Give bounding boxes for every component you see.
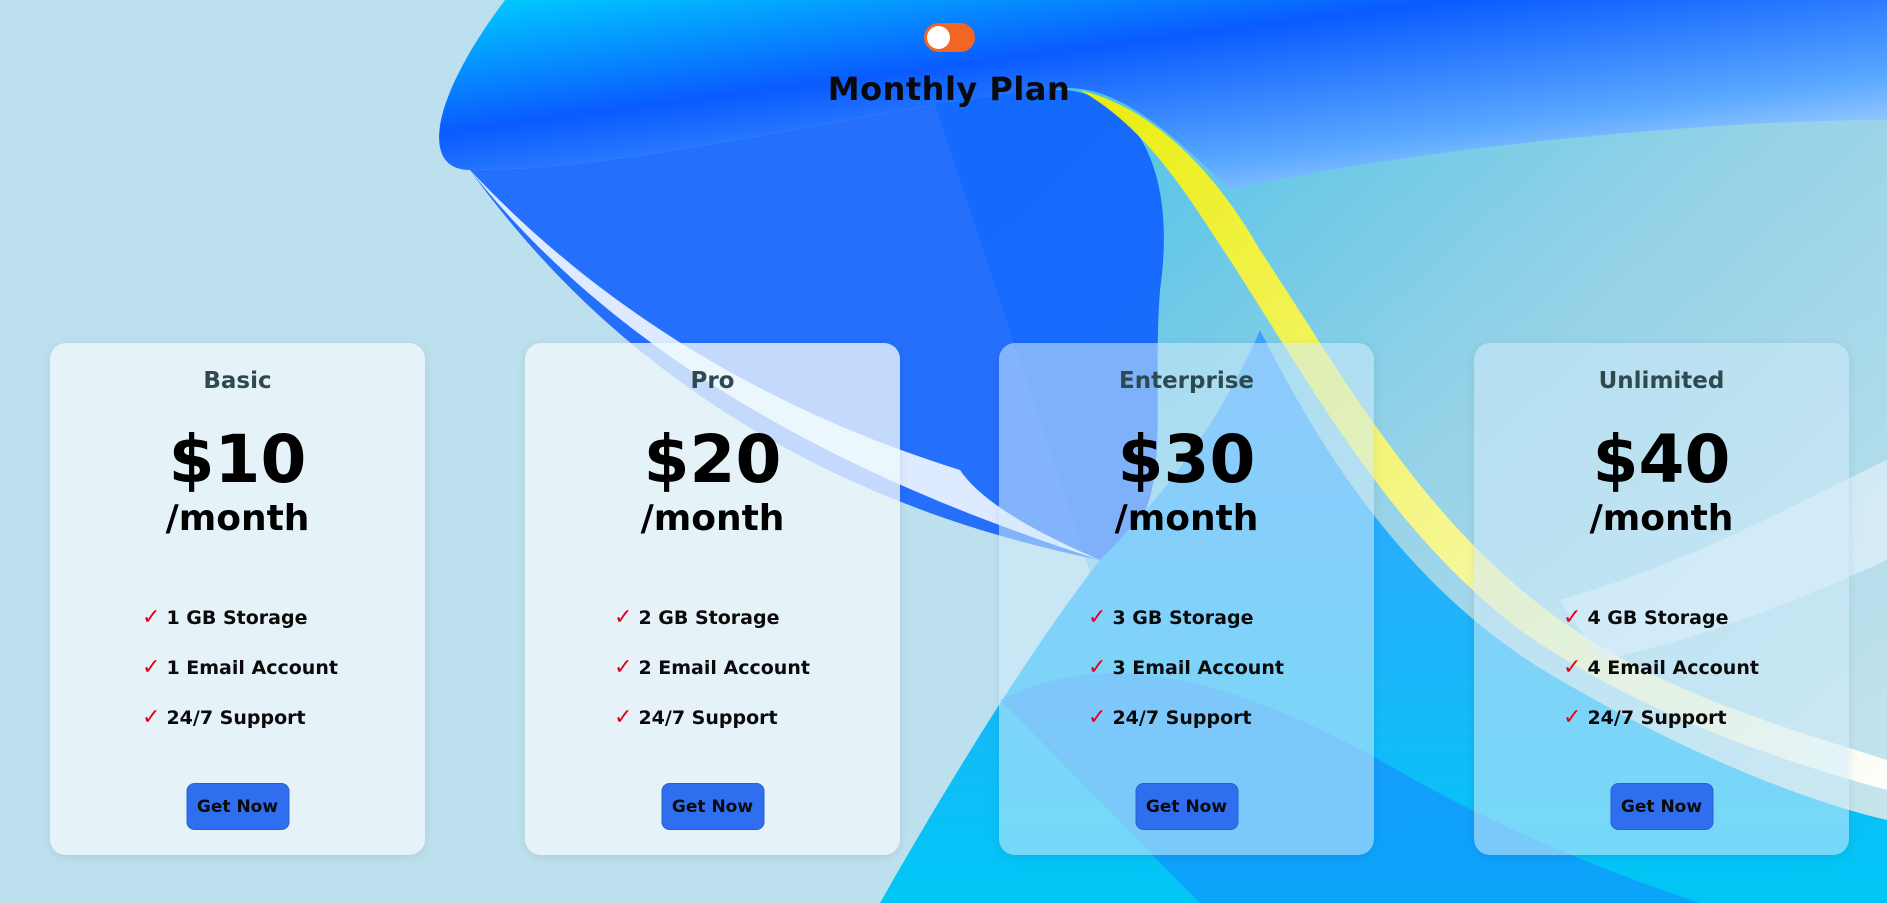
plan-card-pro: Pro $20 /month ✓ 2 GB Storage ✓ 2 Email Ac… (525, 343, 900, 855)
feature-label: 2 Email Account (638, 657, 810, 679)
plan-period: /month (640, 498, 785, 539)
plan-name: Basic (203, 368, 272, 394)
plan-period: /month (1589, 498, 1734, 539)
feature-label: 4 GB Storage (1587, 607, 1729, 629)
plan-price: $30 (1117, 421, 1256, 498)
plan-period: /month (165, 498, 310, 539)
check-icon: ✓ (1563, 655, 1582, 680)
check-icon: ✓ (142, 605, 161, 630)
plan-card-basic: Basic $10 /month ✓ 1 GB Storage ✓ 1 Email … (50, 343, 425, 855)
check-icon: ✓ (1088, 655, 1107, 680)
check-icon: ✓ (614, 705, 633, 730)
check-icon: ✓ (1088, 605, 1107, 630)
feature-item: ✓ 24/7 Support (1088, 693, 1284, 743)
get-now-button[interactable]: Get Now (1610, 783, 1713, 830)
plan-card-enterprise: Enterprise $30 /month ✓ 3 GB Storage ✓ 3 E… (999, 343, 1374, 855)
feature-label: 24/7 Support (166, 707, 306, 729)
feature-list: ✓ 1 GB Storage ✓ 1 Email Account ✓ 24/7 Sup… (142, 593, 338, 743)
feature-list: ✓ 3 GB Storage ✓ 3 Email Account ✓ 24/7 Sup… (1088, 593, 1284, 743)
plan-period: /month (1114, 498, 1259, 539)
feature-item: ✓ 4 Email Account (1563, 643, 1759, 693)
feature-label: 3 Email Account (1112, 657, 1284, 679)
feature-list: ✓ 2 GB Storage ✓ 2 Email Account ✓ 24/7 Sup… (614, 593, 810, 743)
check-icon: ✓ (1088, 705, 1107, 730)
billing-toggle[interactable] (924, 23, 975, 52)
feature-label: 24/7 Support (1112, 707, 1252, 729)
plan-name: Pro (690, 368, 735, 394)
feature-label: 3 GB Storage (1112, 607, 1254, 629)
get-now-button[interactable]: Get Now (661, 783, 764, 830)
feature-label: 1 GB Storage (166, 607, 308, 629)
feature-item: ✓ 1 Email Account (142, 643, 338, 693)
feature-item: ✓ 24/7 Support (142, 693, 338, 743)
toggle-knob (927, 26, 950, 49)
plan-price: $20 (643, 421, 782, 498)
check-icon: ✓ (614, 605, 633, 630)
check-icon: ✓ (142, 655, 161, 680)
pricing-page: Monthly Plan Basic $10 /month ✓ 1 GB Stor… (0, 0, 1887, 903)
check-icon: ✓ (614, 655, 633, 680)
feature-item: ✓ 3 Email Account (1088, 643, 1284, 693)
get-now-button[interactable]: Get Now (1135, 783, 1238, 830)
page-title: Monthly Plan (827, 70, 1071, 108)
get-now-button[interactable]: Get Now (186, 783, 289, 830)
feature-item: ✓ 24/7 Support (614, 693, 810, 743)
feature-label: 24/7 Support (638, 707, 778, 729)
feature-item: ✓ 2 Email Account (614, 643, 810, 693)
feature-label: 24/7 Support (1587, 707, 1727, 729)
feature-item: ✓ 24/7 Support (1563, 693, 1759, 743)
feature-item: ✓ 3 GB Storage (1088, 593, 1284, 643)
plan-name: Enterprise (1118, 368, 1254, 394)
check-icon: ✓ (142, 705, 161, 730)
check-icon: ✓ (1563, 605, 1582, 630)
check-icon: ✓ (1563, 705, 1582, 730)
plan-card-unlimited: Unlimited $40 /month ✓ 4 GB Storage ✓ 4 Em… (1474, 343, 1849, 855)
feature-item: ✓ 4 GB Storage (1563, 593, 1759, 643)
feature-label: 2 GB Storage (638, 607, 780, 629)
feature-item: ✓ 2 GB Storage (614, 593, 810, 643)
feature-label: 1 Email Account (166, 657, 338, 679)
plan-name: Unlimited (1598, 368, 1725, 394)
plan-price: $40 (1592, 421, 1731, 498)
feature-label: 4 Email Account (1587, 657, 1759, 679)
feature-list: ✓ 4 GB Storage ✓ 4 Email Account ✓ 24/7 Sup… (1563, 593, 1759, 743)
plan-price: $10 (168, 421, 307, 498)
feature-item: ✓ 1 GB Storage (142, 593, 338, 643)
